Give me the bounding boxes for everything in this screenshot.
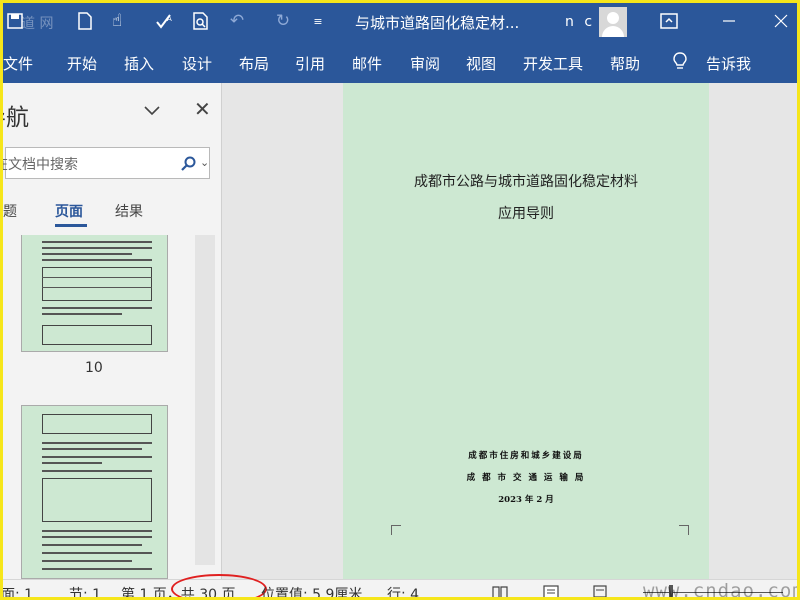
search-icon[interactable] [180, 156, 196, 172]
tab-review[interactable]: 审阅 [410, 53, 440, 74]
tell-me-button[interactable]: 告诉我 [706, 53, 751, 74]
status-bar: 页面: 1 节: 1 第 1 页，共 30 页 位置值: 5.9厘米 行: 4 … [3, 574, 800, 600]
document-page[interactable]: 成都市公路与城市道路固化稳定材料 应用导则 成都市住房和城乡建设局 成 都 市 … [343, 83, 709, 579]
print-preview-icon[interactable] [191, 11, 211, 31]
undo-icon[interactable]: ↶ [227, 11, 247, 31]
issuer-line1: 成都市住房和城乡建设局 [468, 451, 584, 461]
search-input[interactable]: 在文档中搜索 ⌄ [3, 147, 210, 179]
status-page-number[interactable]: 页面: 1 [3, 584, 33, 597]
tab-help[interactable]: 帮助 [610, 53, 640, 74]
tab-design[interactable]: 设计 [182, 53, 212, 74]
title-bar: 道 网 ☝ A ↶ ↻ ≡ 与城市道路固化稳定材... n c [3, 3, 797, 41]
highlight-circle [171, 574, 267, 597]
customize-toolbar-icon[interactable]: ≡ [308, 11, 328, 31]
status-line-number[interactable]: 行: 4 [387, 584, 419, 597]
tab-pages[interactable]: 页面 [55, 201, 83, 221]
tab-headings[interactable]: 标题 [3, 201, 17, 221]
read-mode-icon[interactable] [492, 585, 508, 599]
issuer-line2: 成 都 市 交 通 运 输 局 [466, 473, 586, 483]
tab-results[interactable]: 结果 [115, 201, 143, 221]
tab-developer[interactable]: 开发工具 [523, 53, 583, 74]
document-area[interactable]: 成都市公路与城市道路固化稳定材料 应用导则 成都市住房和城乡建设局 成 都 市 … [223, 83, 797, 579]
issue-date: 2023 年 2 月 [498, 495, 554, 505]
tab-references[interactable]: 引用 [295, 53, 325, 74]
redo-icon[interactable]: ↻ [273, 11, 293, 31]
nav-scrollbar[interactable] [195, 235, 215, 565]
new-document-icon[interactable] [75, 11, 95, 31]
web-layout-icon[interactable] [593, 585, 609, 599]
search-options-chevron-icon[interactable]: ⌄ [200, 156, 209, 169]
tab-layout[interactable]: 布局 [239, 53, 269, 74]
crop-mark [679, 525, 689, 535]
search-placeholder: 在文档中搜索 [0, 157, 78, 173]
status-section[interactable]: 节: 1 [69, 584, 101, 597]
nav-pane-title: 导航 [3, 105, 29, 131]
minimize-icon[interactable] [719, 11, 739, 31]
thumbnail-page-number: 10 [85, 360, 103, 376]
active-tab-indicator [55, 224, 87, 227]
watermark-text: 道 网 [21, 16, 54, 32]
close-icon[interactable] [771, 11, 791, 31]
navigation-pane: 导航 ✕ 在文档中搜索 ⌄ 标题 页面 结果 10 [3, 83, 222, 579]
lightbulb-icon[interactable] [673, 52, 687, 70]
word-window: 道 网 ☝ A ↶ ↻ ≡ 与城市道路固化稳定材... n c 文件 开始 插入… [0, 0, 800, 600]
crop-mark [391, 525, 401, 535]
spelling-check-icon[interactable]: A [155, 11, 175, 31]
touch-mode-icon[interactable]: ☝ [107, 11, 127, 31]
document-heading-line2: 应用导则 [498, 206, 554, 222]
ribbon-tabs: 文件 开始 插入 设计 布局 引用 邮件 审阅 视图 开发工具 帮助 告诉我 [3, 41, 797, 83]
status-vertical-position[interactable]: 位置值: 5.9厘米 [261, 584, 362, 597]
tab-insert[interactable]: 插入 [124, 53, 154, 74]
close-pane-icon[interactable]: ✕ [194, 97, 211, 121]
site-watermark: www.cndao.com [643, 580, 800, 600]
avatar[interactable] [599, 7, 627, 37]
svg-text:A: A [167, 15, 172, 23]
document-title: 与城市道路固化稳定材... [355, 14, 520, 32]
user-name[interactable]: n c [565, 14, 595, 30]
page-thumbnail[interactable] [21, 405, 168, 579]
tab-home[interactable]: 开始 [67, 53, 97, 74]
chevron-down-icon[interactable] [143, 101, 161, 119]
tab-mailings[interactable]: 邮件 [352, 53, 382, 74]
tab-file[interactable]: 文件 [3, 53, 33, 74]
document-heading-line1: 成都市公路与城市道路固化稳定材料 [414, 174, 638, 190]
page-thumbnail[interactable] [21, 235, 168, 352]
ribbon-display-options-icon[interactable] [659, 11, 679, 31]
print-layout-icon[interactable] [543, 585, 559, 599]
tab-view[interactable]: 视图 [466, 53, 496, 74]
